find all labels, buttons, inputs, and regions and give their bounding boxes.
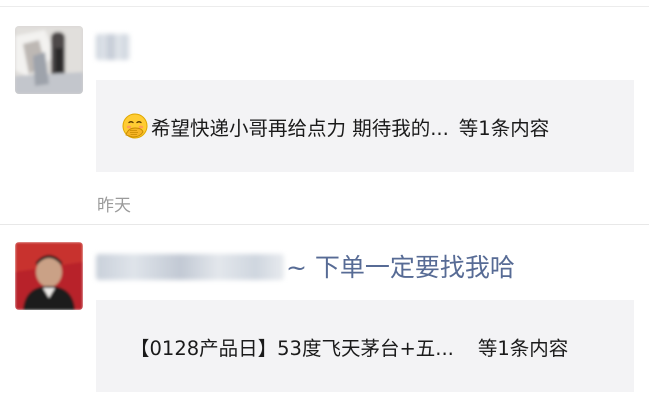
user-name-blurred[interactable] [96,254,284,280]
card-item-count: 等1条内容 [458,116,550,140]
feed-item: 希望快递小哥再给点力 期待我的... 等1条内容 昨天 [0,10,649,224]
top-divider [0,6,649,7]
user-name-blurred[interactable] [96,34,130,60]
avatar[interactable] [15,242,83,310]
feed-item: ~ 下单一定要找我哈 【0128产品日】53度飞天茅台+五... 等1条内容 [0,228,649,408]
avatar[interactable] [15,26,83,94]
face-with-hand-over-mouth-icon [122,113,148,139]
user-name[interactable]: ~ 下单一定要找我哈 [286,248,515,284]
shared-content-card[interactable]: 希望快递小哥再给点力 期待我的... 等1条内容 [96,80,634,172]
timestamp: 昨天 [97,196,131,216]
shared-content-card[interactable]: 【0128产品日】53度飞天茅台+五... 等1条内容 [96,300,634,392]
card-title: 【0128产品日】53度飞天茅台+五... [130,336,454,360]
card-title: 希望快递小哥再给点力 期待我的... [151,116,449,140]
feed-divider [0,224,649,225]
card-item-count: 等1条内容 [477,336,569,360]
